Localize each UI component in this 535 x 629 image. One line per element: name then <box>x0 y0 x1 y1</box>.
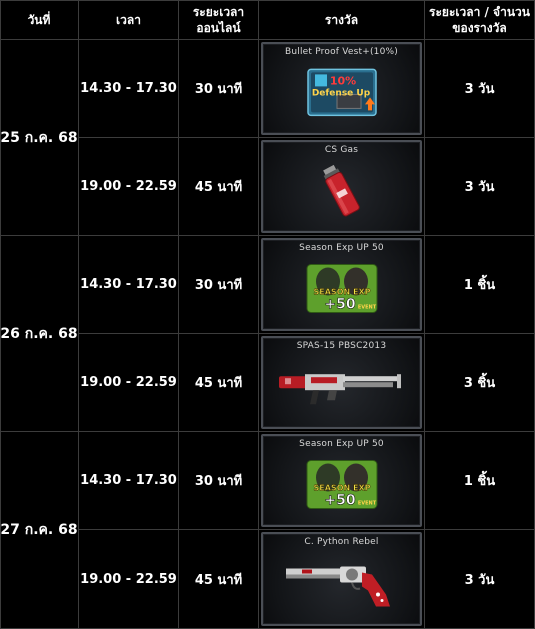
header-time: เวลา <box>79 0 179 40</box>
time-cell: 14.30 - 17.30 <box>79 40 179 138</box>
day-date: 25 ก.ค. 68 <box>0 129 78 146</box>
header-online: ระยะเวลา ออนไลน์ <box>179 0 259 40</box>
online-value: 45 นาที <box>194 180 243 195</box>
header-date: วันที่ <box>0 0 79 40</box>
shotgun-icon <box>278 374 401 405</box>
online-cell: 45 นาที <box>179 334 259 432</box>
amount-cell: 1 ชิ้น <box>425 432 535 530</box>
amount-cell: 3 วัน <box>425 138 535 236</box>
online-cell: 30 นาที <box>179 236 259 334</box>
time-cell: 19.00 - 22.59 <box>79 530 179 629</box>
reward-card: Bullet Proof Vest+(10%) 10% Defense Up <box>261 42 422 135</box>
time-value: 19.00 - 22.59 <box>80 571 177 587</box>
defense-badge-text: Defense Up <box>311 89 370 99</box>
time-value: 14.30 - 17.30 <box>80 277 177 292</box>
header-reward: รางวัล <box>259 0 425 40</box>
amount-cell: 3 ชิ้น <box>425 334 535 432</box>
reward-card: Season Exp UP 50 SEASON EXP +50 EVENT <box>261 238 422 331</box>
time-cell: 19.00 - 22.59 <box>79 334 179 432</box>
season-exp-amount: +50 <box>324 297 355 313</box>
amount-value: 3 วัน <box>464 82 495 97</box>
season-exp-event: EVENT <box>357 305 376 311</box>
reward-name: Bullet Proof Vest+(10%) <box>285 47 398 57</box>
amount-value: 1 ชิ้น <box>463 278 496 293</box>
reward-cell: Season Exp UP 50 SEASON EXP +50 EVENT <box>259 236 425 334</box>
time-cell: 14.30 - 17.30 <box>79 432 179 530</box>
season-exp-icon: SEASON EXP +50 EVENT <box>306 460 377 510</box>
reward-name: CS Gas <box>324 145 359 155</box>
online-cell: 30 นาที <box>179 432 259 530</box>
reward-cell: CS Gas <box>259 138 425 236</box>
online-value: 45 นาที <box>194 572 243 588</box>
time-value: 14.30 - 17.30 <box>80 473 177 488</box>
online-value: 30 นาที <box>194 474 243 489</box>
season-exp-label: SEASON EXP <box>313 288 370 297</box>
day-cell: 25 ก.ค. 68 <box>0 40 79 236</box>
reward-name: C. Python Rebel <box>304 537 379 547</box>
amount-value: 3 วัน <box>464 572 495 588</box>
amount-value: 3 ชิ้น <box>463 376 496 391</box>
time-value: 19.00 - 22.59 <box>80 179 177 194</box>
season-exp-icon: SEASON EXP +50 EVENT <box>306 264 377 314</box>
reward-card: Season Exp UP 50 SEASON EXP +50 EVENT <box>261 434 422 527</box>
day-date: 27 ก.ค. 68 <box>0 522 78 538</box>
reward-cell: SPAS-15 PBSC2013 <box>259 334 425 432</box>
defense-up-icon: 10% Defense Up <box>306 68 377 117</box>
reward-name: SPAS-15 PBSC2013 <box>296 341 387 351</box>
day-cell: 26 ก.ค. 68 <box>0 236 79 432</box>
gas-grenade-icon <box>322 165 360 217</box>
season-exp-event: EVENT <box>357 501 376 507</box>
amount-cell: 1 ชิ้น <box>425 236 535 334</box>
reward-card: C. Python Rebel <box>261 532 422 626</box>
online-cell: 45 นาที <box>179 138 259 236</box>
time-cell: 19.00 - 22.59 <box>79 138 179 236</box>
reward-cell: Season Exp UP 50 SEASON EXP +50 EVENT <box>259 432 425 530</box>
amount-value: 1 ชิ้น <box>463 474 496 489</box>
season-exp-amount: +50 <box>324 493 355 509</box>
time-value: 14.30 - 17.30 <box>80 81 177 96</box>
header-duration-label: ระยะเวลา / จำนวน ของรางวัล <box>429 4 530 35</box>
reward-card: SPAS-15 PBSC2013 <box>261 336 422 429</box>
amount-cell: 3 วัน <box>425 530 535 629</box>
reward-cell: C. Python Rebel <box>259 530 425 629</box>
reward-cell: Bullet Proof Vest+(10%) 10% Defense Up <box>259 40 425 138</box>
amount-cell: 3 วัน <box>425 40 535 138</box>
online-cell: 45 นาที <box>179 530 259 629</box>
time-value: 19.00 - 22.59 <box>80 375 177 390</box>
header-online-label: ระยะเวลา ออนไลน์ <box>192 4 245 35</box>
reward-card: CS Gas <box>261 140 422 233</box>
online-value: 30 นาที <box>194 278 243 293</box>
season-exp-label: SEASON EXP <box>313 484 370 493</box>
header-date-label: วันที่ <box>27 12 51 27</box>
day-date: 26 ก.ค. 68 <box>0 325 78 342</box>
defense-badge-percent: 10% <box>329 75 355 88</box>
amount-value: 3 วัน <box>464 180 495 195</box>
online-value: 45 นาที <box>194 376 243 391</box>
revolver-icon <box>285 566 390 607</box>
reward-name: Season Exp UP 50 <box>299 439 384 449</box>
header-time-label: เวลา <box>116 12 141 27</box>
header-duration: ระยะเวลา / จำนวน ของรางวัล <box>425 0 535 40</box>
reward-schedule-table: วันที่ เวลา ระยะเวลา ออนไลน์ รางวัล ระยะ… <box>0 0 535 629</box>
online-cell: 30 นาที <box>179 40 259 138</box>
time-cell: 14.30 - 17.30 <box>79 236 179 334</box>
reward-name: Season Exp UP 50 <box>299 243 384 253</box>
day-cell: 27 ก.ค. 68 <box>0 432 79 629</box>
header-reward-label: รางวัล <box>324 12 359 27</box>
online-value: 30 นาที <box>194 82 243 97</box>
